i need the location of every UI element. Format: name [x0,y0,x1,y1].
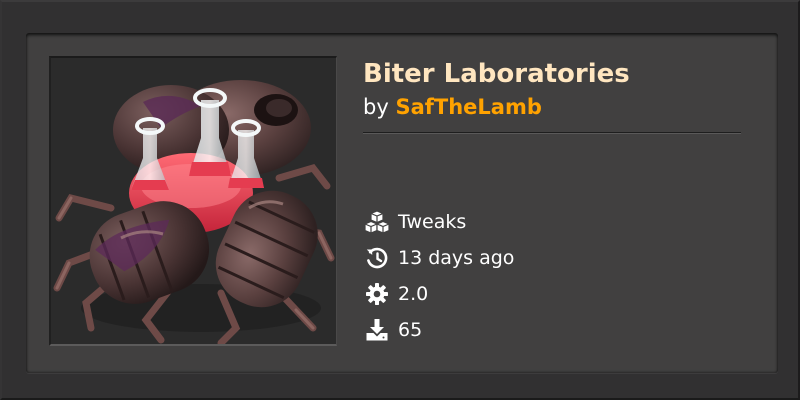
divider [363,132,741,134]
downloads-label: 65 [398,319,423,341]
history-icon [364,245,390,271]
category-label[interactable]: Tweaks [398,211,466,233]
mod-card-frame: Biter Laboratories by SafTheLamb Tweaks [0,0,800,400]
gear-icon [364,281,390,307]
version-label: 2.0 [398,283,429,305]
mod-title[interactable]: Biter Laboratories [363,58,630,90]
updated-row: 13 days ago [364,245,514,271]
author-link[interactable]: SafTheLamb [395,95,541,119]
cubes-icon [364,209,390,235]
biter-lab-image [51,58,335,344]
version-row: 2.0 [364,281,428,307]
download-icon [364,317,390,343]
category-row: Tweaks [364,209,466,235]
byline: by SafTheLamb [363,93,542,121]
mod-thumbnail[interactable] [49,56,337,346]
updated-label: 13 days ago [398,247,515,269]
downloads-row: 65 [364,317,422,343]
by-label: by [363,95,389,119]
